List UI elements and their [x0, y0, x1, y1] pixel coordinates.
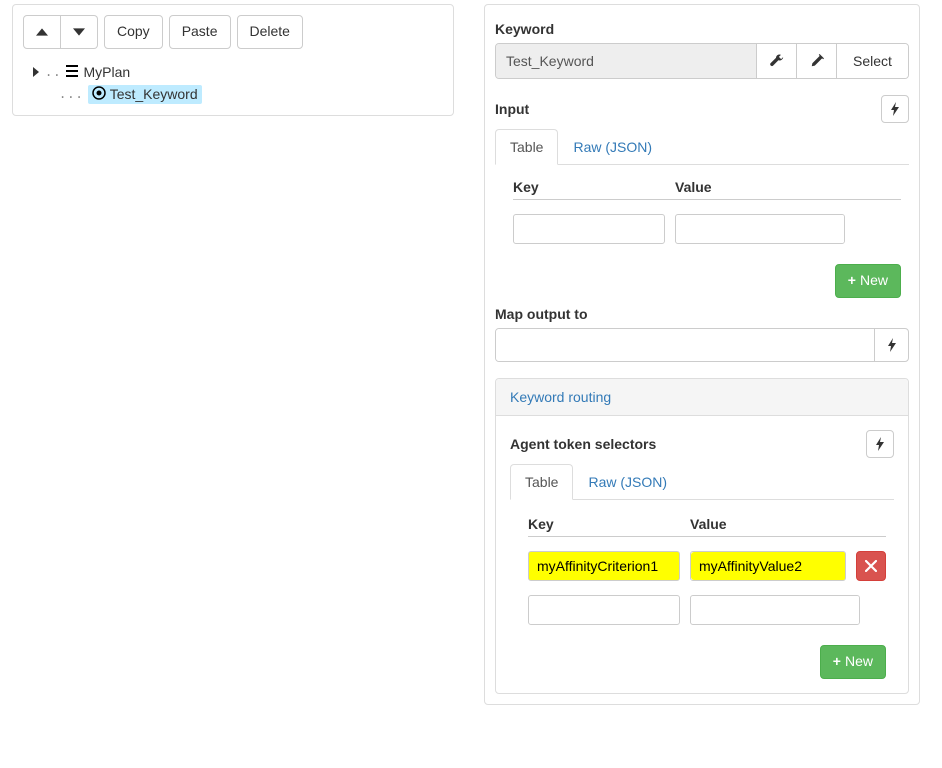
keyword-input[interactable] — [496, 44, 756, 78]
input-value-field[interactable] — [676, 215, 845, 243]
pencil-icon — [810, 54, 824, 68]
agent-dynamic-button[interactable] — [866, 430, 894, 458]
routing-key-field[interactable] — [528, 551, 680, 581]
tree-item-root[interactable]: .. MyPlan — [31, 61, 443, 83]
routing-row — [528, 551, 886, 581]
delete-button[interactable]: Delete — [237, 15, 303, 49]
map-output-dynamic-button[interactable] — [874, 329, 908, 361]
tree-connector: .. — [45, 65, 61, 79]
routing-value-field[interactable] — [691, 552, 846, 580]
caret-down-icon — [73, 26, 85, 38]
tree-connector: ... — [59, 87, 84, 101]
keyword-icon — [92, 86, 106, 103]
input-tab-raw[interactable]: Raw (JSON) — [558, 129, 667, 165]
map-output-label: Map output to — [495, 306, 909, 322]
input-kv-table: Key Value — [495, 179, 909, 244]
input-dynamic-button[interactable] — [881, 95, 909, 123]
keyword-field-group: Select — [495, 43, 909, 79]
bolt-icon — [890, 102, 900, 116]
input-value-header: Value — [675, 179, 901, 195]
copy-button[interactable]: Copy — [104, 15, 163, 49]
plan-icon — [65, 64, 79, 81]
routing-kv-table: Key Value — [510, 516, 894, 625]
routing-key-header: Key — [528, 516, 690, 532]
tree-toolbar: Copy Paste Delete — [23, 15, 443, 49]
routing-row — [528, 595, 886, 625]
wrench-icon — [770, 54, 784, 68]
routing-value-header: Value — [690, 516, 886, 532]
routing-panel: Keyword routing Agent token selectors Ta… — [495, 378, 909, 694]
routing-header[interactable]: Keyword routing — [496, 379, 908, 416]
tree-panel: Copy Paste Delete .. MyPlan ... — [12, 4, 454, 116]
routing-tab-table[interactable]: Table — [510, 464, 573, 500]
bolt-icon — [887, 338, 897, 352]
input-section-label: Input — [495, 101, 529, 117]
paste-button[interactable]: Paste — [169, 15, 231, 49]
input-key-header: Key — [513, 179, 675, 195]
routing-row-delete-button[interactable] — [856, 551, 886, 581]
keyword-edit-button[interactable] — [796, 44, 836, 78]
tree-expand-icon[interactable] — [31, 64, 41, 80]
input-key-field[interactable] — [513, 214, 665, 244]
tree-keyword-label: Test_Keyword — [110, 86, 198, 102]
map-output-group — [495, 328, 909, 362]
routing-tabs: Table Raw (JSON) — [510, 464, 894, 500]
plus-icon: + — [833, 652, 841, 672]
plus-icon: + — [848, 271, 856, 291]
plan-tree: .. MyPlan ... Test_Keyword — [23, 57, 443, 105]
tree-item-keyword[interactable]: ... Test_Keyword — [31, 83, 443, 105]
routing-value-field[interactable] — [691, 596, 860, 624]
routing-add-label: New — [845, 652, 873, 672]
routing-tab-raw[interactable]: Raw (JSON) — [573, 464, 682, 500]
keyword-section-label: Keyword — [495, 21, 909, 37]
keyword-select-button[interactable]: Select — [836, 44, 908, 78]
keyword-config-button[interactable] — [756, 44, 796, 78]
agent-selectors-label: Agent token selectors — [510, 436, 656, 452]
input-tab-table[interactable]: Table — [495, 129, 558, 165]
routing-key-field[interactable] — [528, 595, 680, 625]
input-tabs: Table Raw (JSON) — [495, 129, 909, 165]
move-down-button[interactable] — [61, 15, 98, 49]
bolt-icon — [875, 437, 885, 451]
routing-add-button[interactable]: + New — [820, 645, 886, 679]
tree-root-label: MyPlan — [83, 64, 130, 80]
map-output-input[interactable] — [496, 329, 874, 361]
input-row — [513, 214, 901, 244]
details-panel: Keyword Select Input Table Ra — [484, 4, 920, 705]
input-add-button[interactable]: + New — [835, 264, 901, 298]
move-up-button[interactable] — [23, 15, 61, 49]
input-add-label: New — [860, 271, 888, 291]
caret-up-icon — [36, 26, 48, 38]
remove-icon — [865, 560, 877, 572]
